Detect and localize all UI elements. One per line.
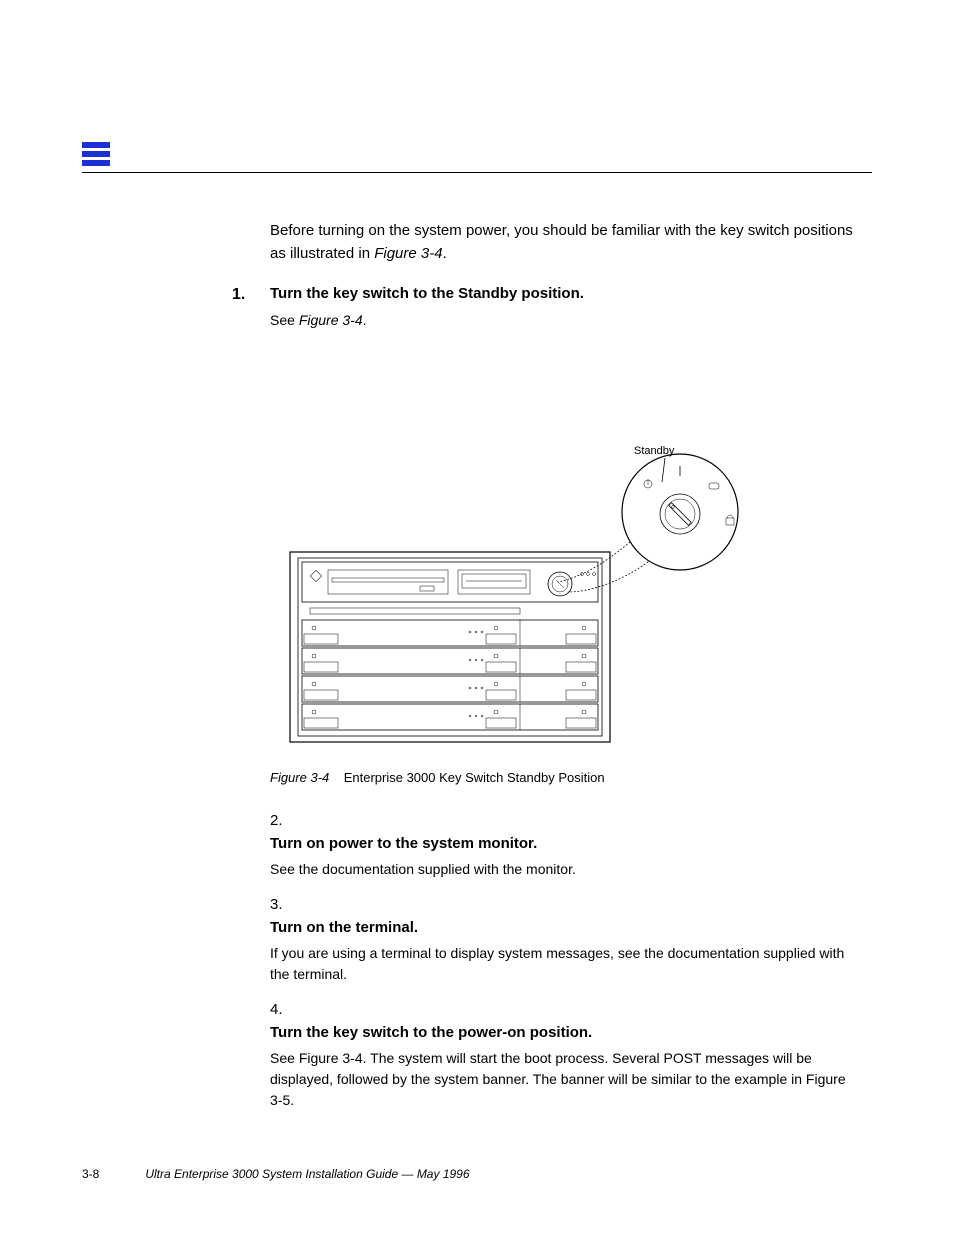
step-3: 3. Turn on the terminal. If you are usin… <box>270 894 860 985</box>
figure-reference: Figure 3-4 <box>374 245 442 262</box>
page: 3 Before turning on the system power, yo… <box>0 0 954 1235</box>
header-rule <box>82 172 872 173</box>
step-title: Turn the key switch to the Standby posit… <box>270 283 860 306</box>
footer-date: May 1996 <box>417 1167 470 1181</box>
step-2: 2. Turn on power to the system monitor. … <box>270 810 860 880</box>
step-title: Turn the key switch to the power-on posi… <box>270 1022 860 1045</box>
figure-title: Enterprise 3000 Key Switch Standby Posit… <box>344 770 605 785</box>
page-number: 3-8 <box>82 1167 142 1181</box>
server-diagram: Standby <box>270 432 830 752</box>
step-4: 4. Turn the key switch to the power-on p… <box>270 999 860 1111</box>
intro-text-suffix: . <box>443 245 447 262</box>
step-1: 1. Turn the key switch to the Standby po… <box>270 283 860 331</box>
keyswitch-callout <box>622 454 738 570</box>
step-desc: See the documentation supplied with the … <box>270 859 860 880</box>
page-footer: 3-8 Ultra Enterprise 3000 System Install… <box>82 1167 872 1181</box>
intro-text: Before turning on the system power, you … <box>270 222 853 262</box>
footer-title: Ultra Enterprise 3000 System Installatio… <box>145 1167 398 1181</box>
server-chassis <box>290 552 610 742</box>
step-desc: See Figure 3-4. The system will start th… <box>270 1048 860 1111</box>
step-number: 4. <box>270 1001 283 1018</box>
figure-block: Standby <box>270 432 870 785</box>
step-desc: See Figure 3-4. <box>270 310 860 331</box>
chapter-hamburger-icon <box>82 140 110 168</box>
body-text: Before turning on the system power, you … <box>270 220 860 345</box>
figure-number: Figure 3-4 <box>270 770 329 785</box>
page-header: 3 <box>82 140 872 173</box>
step-number: 2. <box>270 812 283 829</box>
step-title: Turn on power to the system monitor. <box>270 833 860 856</box>
step-desc: If you are using a terminal to display s… <box>270 943 860 985</box>
figure-caption: Figure 3-4 Enterprise 3000 Key Switch St… <box>270 770 870 785</box>
intro-paragraph: Before turning on the system power, you … <box>270 220 860 265</box>
step-number: 1. <box>232 283 245 307</box>
step-number: 3. <box>270 896 283 913</box>
lower-steps: 2. Turn on power to the system monitor. … <box>270 810 860 1125</box>
step-title: Turn on the terminal. <box>270 917 860 940</box>
